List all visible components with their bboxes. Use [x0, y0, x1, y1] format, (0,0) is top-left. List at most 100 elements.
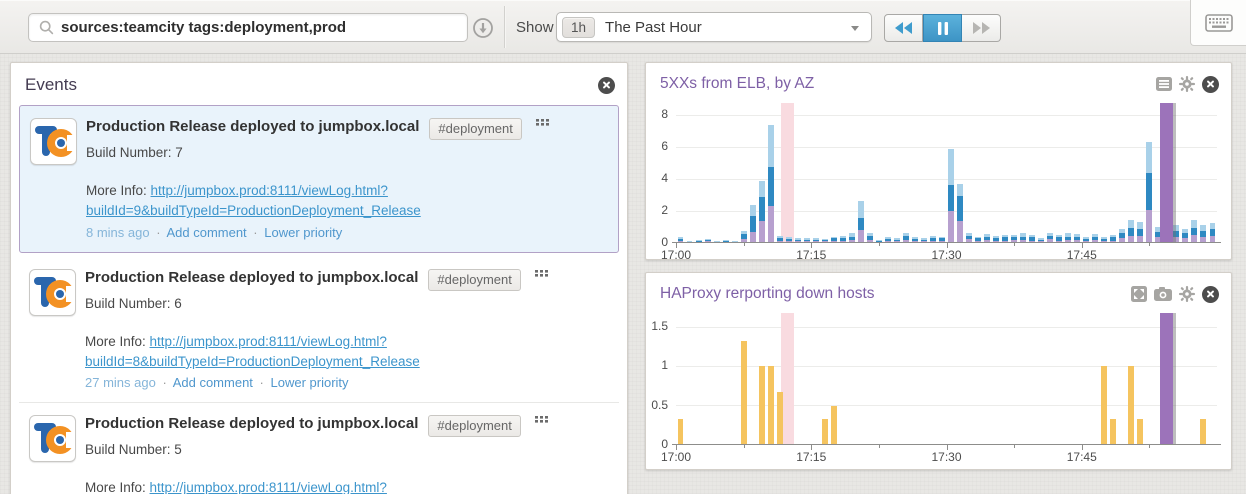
close-icon[interactable] — [1202, 285, 1219, 303]
playback-controls — [884, 14, 1001, 42]
x-tick — [946, 243, 948, 248]
x-minor-tick — [743, 445, 745, 448]
keyboard-icon[interactable] — [1204, 13, 1233, 32]
bar-segment — [966, 235, 972, 239]
event-tag-deployment[interactable]: #deployment — [428, 415, 521, 437]
event-overlay-band — [781, 313, 795, 445]
bar-segment — [830, 240, 837, 243]
bar-segment — [758, 366, 765, 445]
gear-icon[interactable] — [1179, 286, 1195, 302]
bar-segment — [1146, 173, 1153, 211]
bar-segment — [1137, 229, 1144, 236]
add-comment-link[interactable]: Add comment — [166, 225, 246, 240]
more-info-label: More Info: — [85, 333, 150, 349]
bar-chart-haproxy[interactable]: 0 0.5 1 1.5 17:00 17:15 17:30 17:45 — [646, 313, 1231, 464]
bar-segment — [785, 240, 792, 243]
event-timestamp: 8 mins ago — [86, 224, 150, 240]
bar-segment — [803, 239, 810, 242]
toolbar-divider — [504, 6, 505, 48]
bar-segment — [1137, 222, 1144, 230]
bar-segment — [794, 238, 801, 240]
x-tick — [676, 243, 677, 248]
event-item[interactable]: Production Release deployed to jumpbox.l… — [19, 257, 619, 403]
event-overlay-band — [1160, 103, 1173, 243]
add-comment-link[interactable]: Add comment — [173, 375, 253, 390]
bar-segment — [776, 238, 783, 241]
bar-segment — [1155, 231, 1162, 238]
bar-segment — [857, 230, 864, 243]
bar-segment — [785, 237, 792, 239]
bar-segment — [1074, 234, 1081, 238]
bar-segment — [866, 233, 873, 236]
bar-segment — [1146, 210, 1153, 243]
more-options-icon[interactable] — [535, 119, 549, 126]
close-icon[interactable] — [598, 76, 615, 94]
bar-segment — [839, 240, 846, 243]
bar-segment — [794, 239, 801, 242]
bar-segment — [695, 240, 702, 242]
close-icon[interactable] — [1202, 75, 1219, 93]
bar-segment — [893, 239, 900, 242]
more-options-icon[interactable] — [534, 269, 548, 277]
event-item[interactable]: Production Release deployed to jumpbox.l… — [19, 105, 619, 253]
x-tick-label: 17:45 — [1066, 450, 1097, 464]
bar-segment — [1074, 239, 1081, 243]
gear-icon[interactable] — [1179, 76, 1195, 92]
events-panel: Events Production Release deployed to ju… — [10, 62, 628, 494]
camera-icon[interactable] — [1154, 287, 1172, 301]
bar-segment — [1137, 419, 1144, 445]
bar-segment — [767, 167, 774, 207]
bar-segment — [1200, 225, 1207, 231]
bar-segment — [1110, 235, 1117, 238]
teamcity-icon — [29, 268, 76, 316]
bar-segment — [1083, 241, 1090, 243]
fast-forward-button[interactable] — [962, 14, 1001, 42]
event-tag-deployment[interactable]: #deployment — [429, 118, 522, 140]
expand-icon[interactable] — [1131, 286, 1147, 302]
search-box[interactable] — [28, 13, 468, 42]
time-range-dropdown[interactable]: 1h The Past Hour — [556, 12, 872, 42]
bar-segment — [830, 238, 837, 241]
event-item[interactable]: Production Release deployed to jumpbox.l… — [19, 402, 619, 494]
bar-segment — [1182, 238, 1189, 243]
bar-segment — [1209, 223, 1216, 230]
lower-priority-link[interactable]: Lower priority — [264, 225, 342, 240]
legend-icon[interactable] — [1156, 77, 1172, 91]
chart-title-haproxy: HAProxy rerporting down hosts — [660, 285, 875, 302]
bar-segment — [1011, 239, 1018, 243]
bar-segment — [920, 238, 927, 240]
rewind-button[interactable] — [884, 14, 923, 42]
event-tag-deployment[interactable]: #deployment — [428, 268, 521, 291]
bar-segment — [677, 237, 684, 239]
bar-segment — [695, 241, 702, 243]
bar-segment — [957, 221, 963, 243]
separator-dot: · — [259, 375, 264, 390]
stream-refresh-icon[interactable] — [472, 17, 494, 39]
keyboard-shortcuts-panel — [1190, 0, 1246, 46]
event-build-number: Build Number: 5 — [85, 442, 182, 457]
bar-segment — [920, 241, 927, 243]
chart-panel-haproxy: HAProxy rerporting down hosts 0 0.5 1 1.5 17… — [645, 272, 1232, 470]
lower-priority-link[interactable]: Lower priority — [271, 375, 349, 390]
bar-segment — [1056, 237, 1063, 241]
bar-segment — [902, 232, 909, 236]
x-minor-tick — [878, 445, 880, 448]
chevron-down-icon — [851, 26, 859, 31]
more-options-icon[interactable] — [534, 416, 548, 423]
search-input[interactable] — [61, 19, 441, 36]
bar-segment — [722, 240, 729, 243]
bar-segment — [1047, 235, 1054, 239]
y-tick-label: 6 — [661, 139, 668, 153]
bar-segment — [1101, 240, 1108, 243]
bar-segment — [749, 231, 756, 243]
dashboard-screen: Show 1h The Past Hour — [0, 0, 1246, 494]
bar-segment — [948, 211, 954, 243]
bar-segment — [1029, 235, 1036, 238]
bar-segment — [830, 405, 837, 445]
bar-segment — [1101, 366, 1108, 445]
bar-chart-5xx[interactable]: 0 2 4 6 8 17:00 17:15 17:30 17:45 — [646, 103, 1231, 259]
bar-segment — [740, 231, 747, 235]
bar-segment — [911, 237, 918, 239]
bar-segment — [722, 239, 729, 241]
pause-button[interactable] — [923, 14, 962, 42]
